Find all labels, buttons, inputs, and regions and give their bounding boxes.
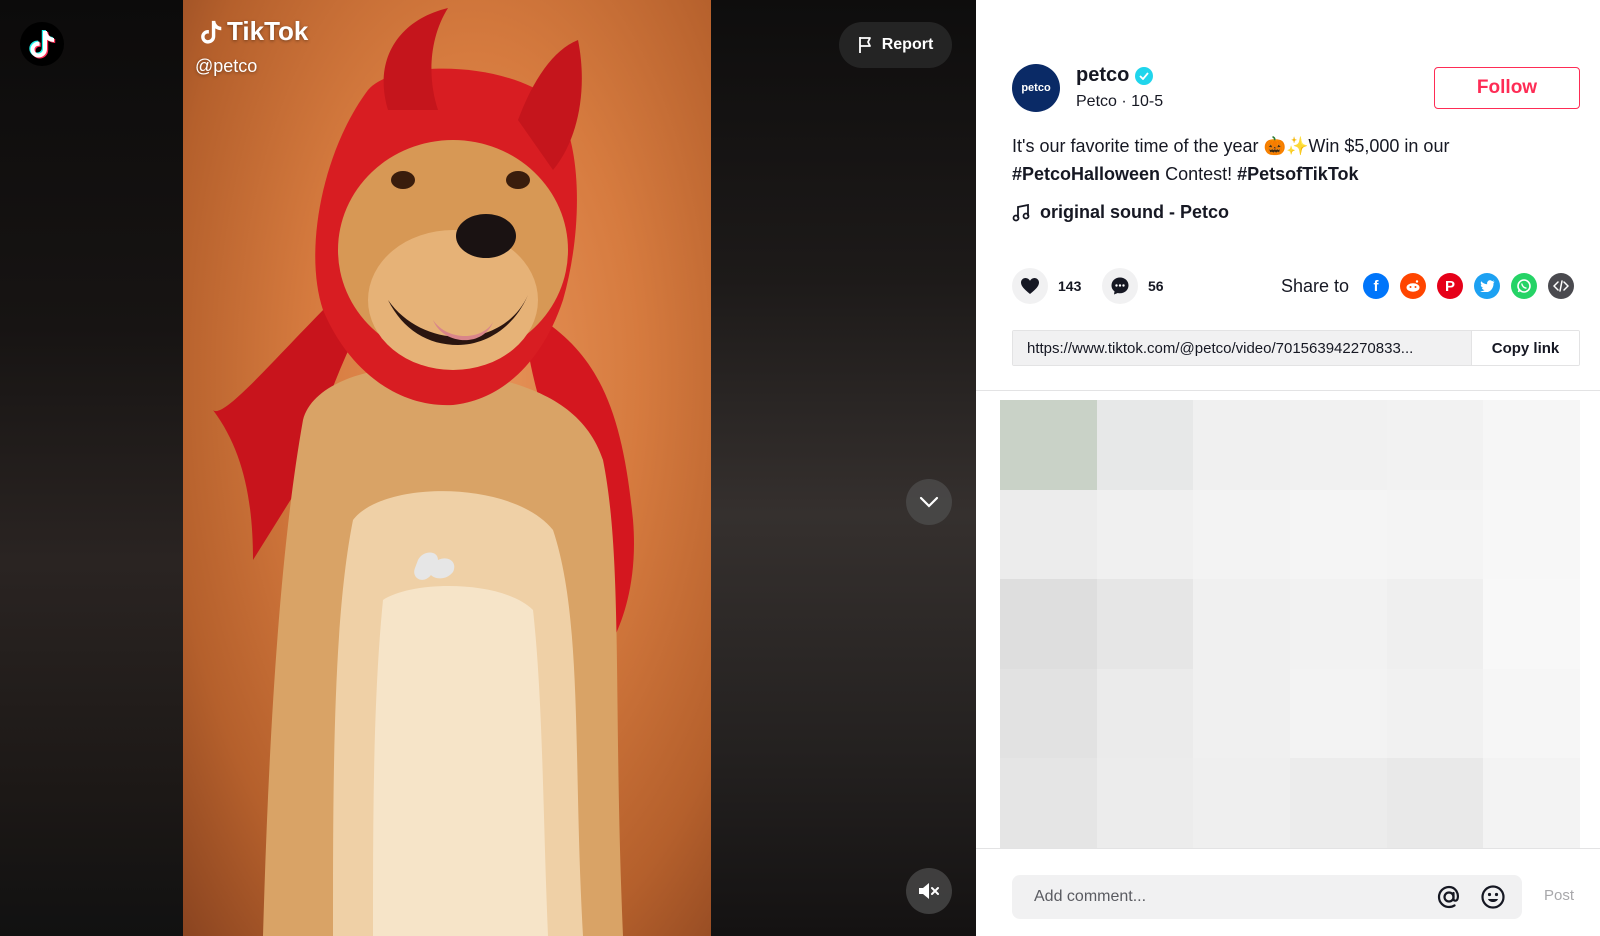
caption-text-2: Contest! bbox=[1160, 164, 1238, 184]
report-label: Report bbox=[881, 36, 934, 53]
comment-button[interactable] bbox=[1102, 268, 1138, 304]
sound-label: original sound - Petco bbox=[1040, 202, 1230, 222]
share-icon-row: f P bbox=[1363, 273, 1574, 299]
next-video-button[interactable] bbox=[906, 479, 952, 525]
music-note-icon bbox=[1012, 203, 1030, 221]
avatar-text: petco bbox=[1021, 82, 1051, 94]
verified-badge-icon bbox=[1135, 66, 1154, 85]
video-frame[interactable]: TikTok @petco bbox=[183, 0, 711, 936]
comment-input[interactable]: Add comment... bbox=[1012, 875, 1522, 919]
reddit-icon[interactable] bbox=[1400, 273, 1426, 299]
hashtag-petsoftiktok[interactable]: #PetsofTikTok bbox=[1237, 164, 1358, 184]
watermark-handle: @petco bbox=[195, 56, 258, 76]
watermark-brand-text: TikTok bbox=[227, 16, 309, 46]
flag-icon bbox=[858, 37, 871, 53]
facebook-icon[interactable]: f bbox=[1363, 273, 1389, 299]
like-button[interactable] bbox=[1012, 268, 1048, 304]
username-text: petco bbox=[1076, 64, 1130, 86]
tiktok-note-icon bbox=[201, 20, 222, 44]
like-stat[interactable]: 143 bbox=[1012, 268, 1081, 304]
emoji-icon[interactable] bbox=[1478, 882, 1508, 912]
dog-costume-illustration bbox=[213, 8, 634, 936]
comment-placeholder: Add comment... bbox=[1034, 888, 1147, 905]
comments-placeholder bbox=[1000, 400, 1580, 848]
post-button[interactable]: Post bbox=[1544, 887, 1574, 904]
pinterest-icon[interactable]: P bbox=[1437, 273, 1463, 299]
comment-bar: Add comment... Post bbox=[976, 848, 1600, 936]
share-link-box: https://www.tiktok.com/@petco/video/7015… bbox=[1012, 330, 1580, 366]
chevron-down-icon bbox=[919, 496, 939, 508]
detail-panel: petco petco Petco · 10-5 Follow It's our… bbox=[976, 0, 1600, 936]
sound-link[interactable]: original sound - Petco bbox=[1012, 202, 1229, 223]
video-blur-right bbox=[711, 0, 976, 936]
share-label: Share to bbox=[1281, 276, 1350, 296]
like-count: 143 bbox=[1058, 278, 1082, 294]
share-link-url[interactable]: https://www.tiktok.com/@petco/video/7015… bbox=[1013, 331, 1471, 365]
caption-text-1: It's our favorite time of the year 🎃✨Win… bbox=[1012, 136, 1450, 156]
tiktok-logo-icon[interactable] bbox=[20, 22, 64, 66]
comment-bubble-icon bbox=[1111, 277, 1129, 295]
comment-stat[interactable]: 56 bbox=[1102, 268, 1164, 304]
heart-icon bbox=[1021, 278, 1039, 294]
author-username[interactable]: petco bbox=[1076, 64, 1154, 87]
embed-icon[interactable] bbox=[1548, 273, 1574, 299]
whatsapp-icon[interactable] bbox=[1511, 273, 1537, 299]
hashtag-petcohalloween[interactable]: #PetcoHalloween bbox=[1012, 164, 1160, 184]
mute-button[interactable] bbox=[906, 868, 952, 914]
copy-link-button[interactable]: Copy link bbox=[1471, 331, 1579, 365]
watermark-brand: TikTok bbox=[199, 16, 308, 47]
follow-button[interactable]: Follow bbox=[1434, 67, 1580, 109]
video-blur-left bbox=[0, 0, 183, 936]
video-player[interactable]: TikTok @petco Report bbox=[0, 0, 976, 936]
author-subline: Petco · 10-5 bbox=[1076, 93, 1164, 110]
comment-count: 56 bbox=[1148, 278, 1164, 294]
panel-divider bbox=[976, 390, 1600, 391]
mention-icon[interactable] bbox=[1434, 882, 1464, 912]
speaker-muted-icon bbox=[919, 883, 939, 899]
video-caption: It's our favorite time of the year 🎃✨Win… bbox=[1012, 132, 1532, 188]
twitter-icon[interactable] bbox=[1474, 273, 1500, 299]
author-avatar[interactable]: petco bbox=[1012, 64, 1060, 112]
report-button[interactable]: Report bbox=[839, 22, 952, 68]
